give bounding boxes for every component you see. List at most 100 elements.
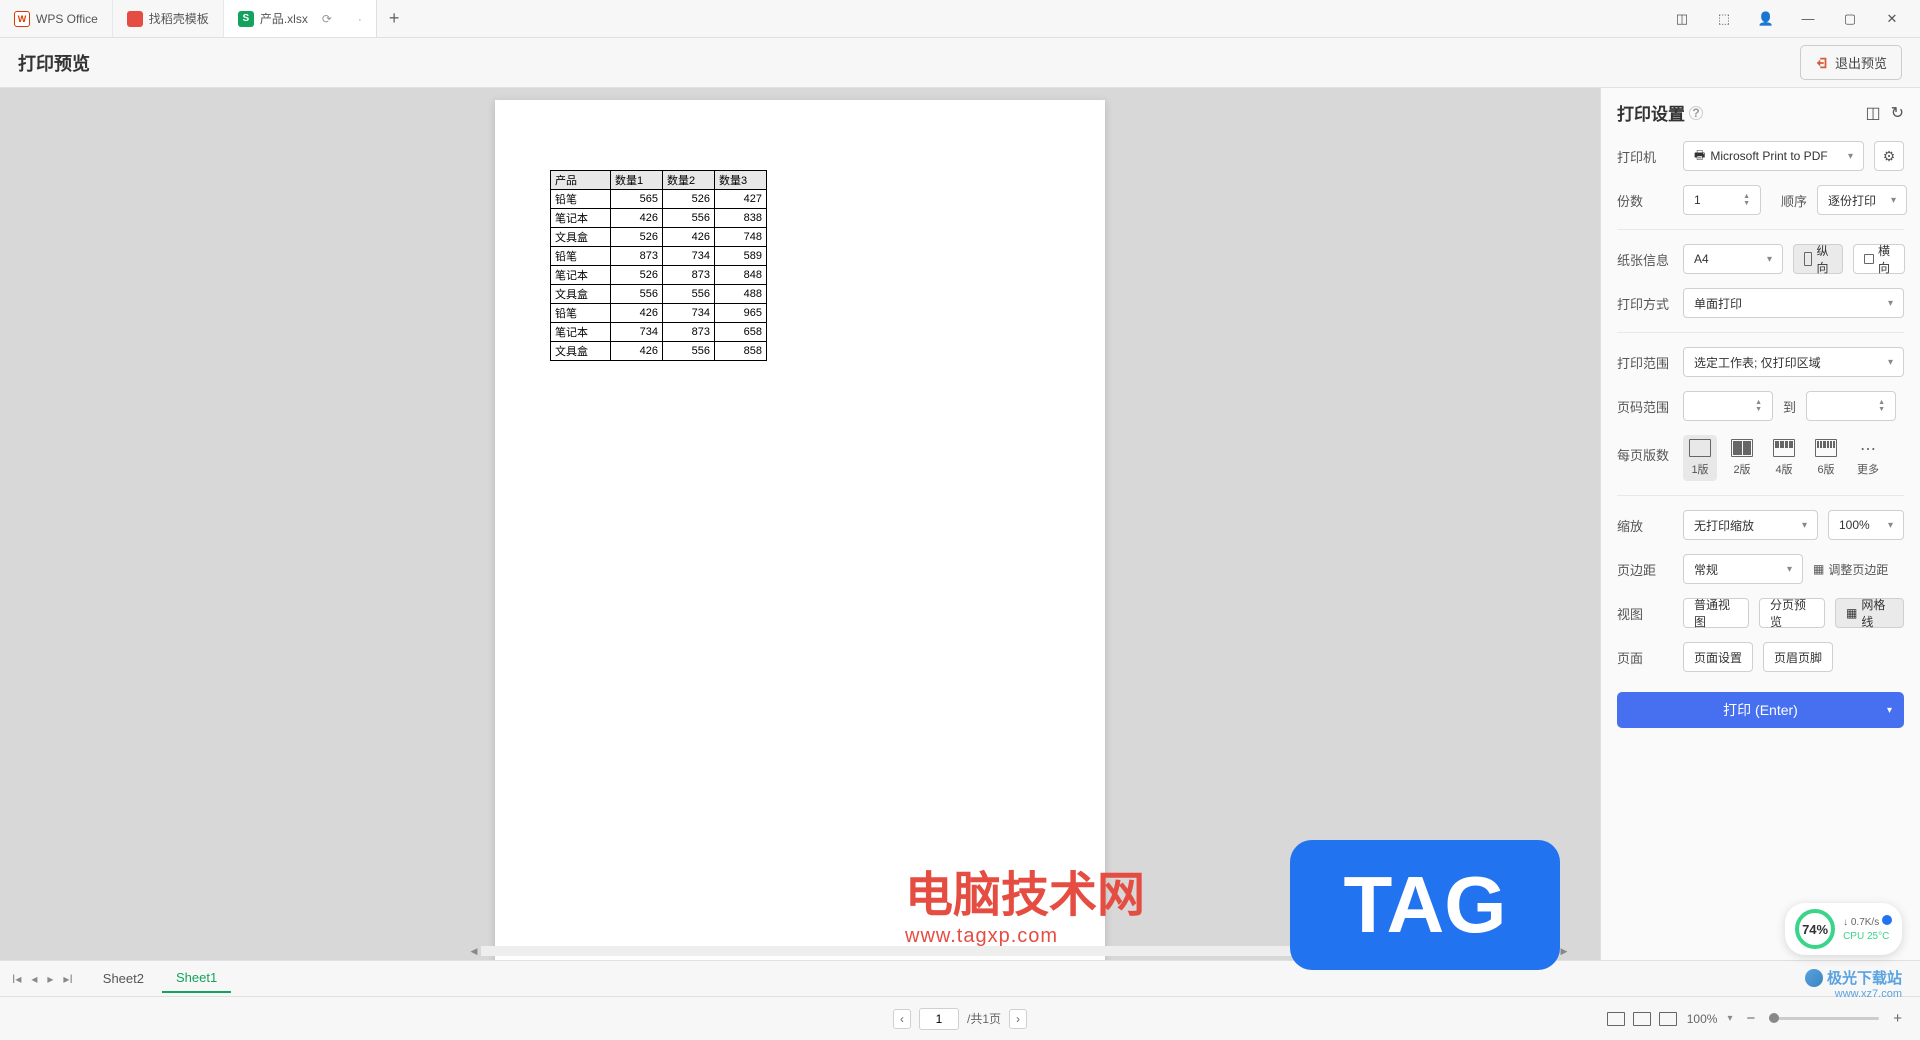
- row-zoom: 缩放 无打印缩放 ▾ 100% ▾: [1617, 510, 1904, 540]
- printer-settings-button[interactable]: ⚙: [1874, 141, 1904, 171]
- panel-header: 打印设置 ? ◫ ↻: [1617, 100, 1904, 125]
- user-icon[interactable]: 👤: [1746, 4, 1786, 34]
- exit-label: 退出预览: [1835, 53, 1887, 72]
- printer-select[interactable]: 🖶Microsoft Print to PDF ▾: [1683, 141, 1864, 171]
- watermark-text: 电脑技术网 www.tagxp.com: [905, 855, 1145, 948]
- zoom-out-button[interactable]: −: [1742, 1010, 1759, 1027]
- view-mode-3[interactable]: [1659, 1012, 1677, 1026]
- sheet-last-icon[interactable]: ▸I: [61, 970, 74, 988]
- table-cell: 铅笔: [551, 190, 611, 209]
- view-mode-1[interactable]: [1607, 1012, 1625, 1026]
- layout-1[interactable]: 1版: [1683, 435, 1717, 481]
- exit-preview-button[interactable]: 退出预览: [1800, 45, 1902, 80]
- spinner-arrows[interactable]: ▲▼: [1755, 399, 1762, 413]
- sheet-first-icon[interactable]: I◂: [10, 970, 23, 988]
- page-next-button[interactable]: ›: [1009, 1009, 1027, 1029]
- table-row: 笔记本526873848: [551, 266, 767, 285]
- page-input[interactable]: [919, 1008, 959, 1030]
- zoom-pct-select[interactable]: 100% ▾: [1828, 510, 1904, 540]
- table-cell: 笔记本: [551, 266, 611, 285]
- chevron-down-icon: ▾: [1802, 520, 1807, 531]
- sheet-bar: I◂ ◂ ▸ ▸I Sheet2 Sheet1: [0, 960, 1920, 996]
- order-select[interactable]: 逐份打印 ▾: [1817, 185, 1907, 215]
- sheet-tab-sheet2[interactable]: Sheet2: [89, 965, 158, 992]
- tab-label: 找稻壳模板: [149, 10, 209, 27]
- portrait-icon: [1804, 252, 1812, 266]
- copies-input[interactable]: 1 ▲▼: [1683, 185, 1761, 215]
- zoom-value[interactable]: 100%: [1687, 1012, 1718, 1026]
- zoom-in-button[interactable]: +: [1889, 1010, 1906, 1027]
- refresh-icon[interactable]: ⟳: [322, 12, 332, 26]
- view-normal-button[interactable]: 普通视图: [1683, 598, 1749, 628]
- help-icon[interactable]: ?: [1689, 106, 1703, 120]
- cpu-info: ↓ 0.7K/s CPU 25°C: [1843, 915, 1892, 944]
- page-setup-button[interactable]: 页面设置: [1683, 642, 1753, 672]
- table-cell: 526: [663, 190, 715, 209]
- table-header: 数量1: [611, 171, 663, 190]
- view-icons: [1607, 1012, 1677, 1026]
- table-cell: 734: [663, 247, 715, 266]
- title-bar: W WPS Office 找稻壳模板 S 产品.xlsx ⟳ · + ◫ ⬚ 👤…: [0, 0, 1920, 38]
- view-grid-button[interactable]: ▦ 网格线: [1835, 598, 1904, 628]
- view-mode-2[interactable]: [1633, 1012, 1651, 1026]
- page-to-input[interactable]: ▲▼: [1806, 391, 1896, 421]
- close-button[interactable]: ✕: [1872, 4, 1912, 34]
- window-controls: ◫ ⬚ 👤 — ▢ ✕: [1662, 4, 1920, 34]
- table-cell: 556: [663, 209, 715, 228]
- chevron-down-icon[interactable]: ▾: [1727, 1013, 1732, 1024]
- table-header: 数量3: [715, 171, 767, 190]
- method-select[interactable]: 单面打印 ▾: [1683, 288, 1904, 318]
- refresh-icon[interactable]: ↻: [1891, 103, 1904, 123]
- table-cell: 748: [715, 228, 767, 247]
- layout-icon[interactable]: ◫: [1865, 103, 1880, 123]
- layout-4[interactable]: 4版: [1767, 435, 1801, 481]
- margin-icon: ▦: [1813, 562, 1824, 576]
- close-tab-icon[interactable]: ·: [358, 12, 362, 26]
- range-select[interactable]: 选定工作表; 仅打印区域 ▾: [1683, 347, 1904, 377]
- portrait-button[interactable]: 纵向: [1793, 244, 1843, 274]
- table-cell: 873: [663, 323, 715, 342]
- maximize-button[interactable]: ▢: [1830, 4, 1870, 34]
- spinner-arrows[interactable]: ▲▼: [1878, 399, 1885, 413]
- row-copies: 份数 1 ▲▼ 顺序 逐份打印 ▾: [1617, 185, 1904, 215]
- zoom-select[interactable]: 无打印缩放 ▾: [1683, 510, 1818, 540]
- cpu-badge[interactable]: 74% ↓ 0.7K/s CPU 25°C: [1785, 903, 1902, 955]
- adjust-margin-button[interactable]: ▦ 调整页边距: [1813, 561, 1888, 578]
- print-button[interactable]: 打印 (Enter) ▾: [1617, 692, 1904, 728]
- settings-panel: 打印设置 ? ◫ ↻ 打印机 🖶Microsoft Print to PDF ▾…: [1600, 88, 1920, 960]
- preview-area: 产品数量1数量2数量3 铅笔565526427笔记本426556838文具盒52…: [0, 88, 1600, 960]
- landscape-button[interactable]: 横向: [1853, 244, 1905, 274]
- table-cell: 556: [663, 342, 715, 361]
- zoom-slider[interactable]: [1769, 1017, 1879, 1020]
- minimize-button[interactable]: —: [1788, 4, 1828, 34]
- zoom-thumb[interactable]: [1769, 1013, 1779, 1023]
- layout-more[interactable]: ⋯ 更多: [1851, 435, 1885, 481]
- layout-2[interactable]: 2版: [1725, 435, 1759, 481]
- zoom-label: 缩放: [1617, 516, 1673, 535]
- page-from-input[interactable]: ▲▼: [1683, 391, 1773, 421]
- row-view: 视图 普通视图 分页预览 ▦ 网格线: [1617, 598, 1904, 628]
- table-cell: 笔记本: [551, 323, 611, 342]
- sheet-tab-sheet1[interactable]: Sheet1: [162, 964, 231, 993]
- margin-select[interactable]: 常规 ▾: [1683, 554, 1803, 584]
- panel-icon[interactable]: ◫: [1662, 4, 1702, 34]
- printer-icon: 🖶: [1694, 146, 1705, 167]
- view-split-button[interactable]: 分页预览: [1759, 598, 1825, 628]
- app-tab-file[interactable]: S 产品.xlsx ⟳ ·: [224, 0, 377, 37]
- paper-select[interactable]: A4 ▾: [1683, 244, 1783, 274]
- download-watermark: 极光下载站 www.xz7.com: [1805, 967, 1902, 1000]
- layout-6[interactable]: 6版: [1809, 435, 1843, 481]
- scroll-left-icon[interactable]: ◀: [467, 944, 481, 958]
- app-tab-wps[interactable]: W WPS Office: [0, 0, 113, 37]
- sheet-prev-icon[interactable]: ◂: [29, 970, 39, 988]
- page-prev-button[interactable]: ‹: [893, 1009, 911, 1029]
- sheet-next-icon[interactable]: ▸: [45, 970, 55, 988]
- cube-icon[interactable]: ⬚: [1704, 4, 1744, 34]
- app-tab-template[interactable]: 找稻壳模板: [113, 0, 224, 37]
- add-tab-button[interactable]: +: [377, 8, 412, 29]
- panel-icons: ◫ ↻: [1865, 103, 1904, 123]
- layout-4-icon: [1773, 439, 1795, 457]
- header-footer-button[interactable]: 页眉页脚: [1763, 642, 1833, 672]
- spinner-arrows[interactable]: ▲▼: [1743, 193, 1750, 207]
- row-page-range: 页码范围 ▲▼ 到 ▲▼: [1617, 391, 1904, 421]
